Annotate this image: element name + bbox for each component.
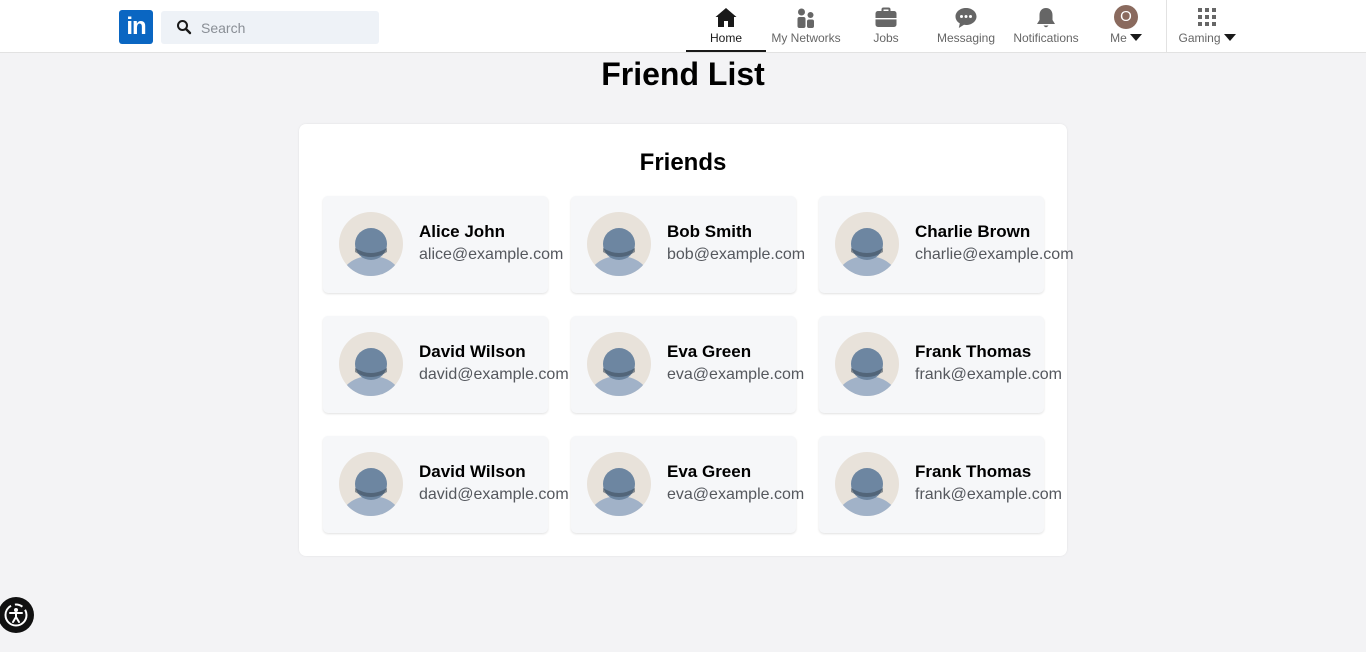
bell-icon (1037, 8, 1055, 28)
avatar-placeholder-icon (587, 212, 651, 276)
avatar-placeholder-icon (339, 452, 403, 516)
friend-email: frank@example.com (915, 486, 1062, 503)
page-title: Friend List (601, 56, 765, 92)
avatar-placeholder-icon (587, 452, 651, 516)
people-icon (797, 8, 814, 28)
friend-card[interactable]: Bob Smith bob@example.com (571, 196, 805, 293)
friends-panel-title: Friends (639, 149, 727, 176)
friend-card[interactable]: David Wilson david@example.com (323, 436, 569, 533)
nav-messaging[interactable]: Messaging (926, 0, 1006, 52)
friend-card[interactable]: Eva Green eva@example.com (571, 436, 804, 533)
nav-notifications[interactable]: Notifications (1006, 0, 1086, 52)
friend-card[interactable]: Charlie Brown charlie@example.com (819, 196, 1074, 293)
nav-notifications-label: Notifications (1013, 31, 1079, 45)
friend-email: frank@example.com (915, 366, 1062, 383)
friend-email: david@example.com (419, 486, 569, 503)
friend-name: Frank Thomas (915, 342, 1032, 361)
friend-name: Alice John (419, 222, 505, 241)
friends-panel: Friends Alice John alice@example.com Bob S… (299, 124, 1074, 556)
friend-name: Charlie Brown (915, 222, 1031, 241)
avatar-placeholder-icon (339, 332, 403, 396)
friend-card[interactable]: Frank Thomas frank@example.com (819, 316, 1062, 413)
friend-email: alice@example.com (419, 246, 564, 263)
search-input[interactable] (201, 11, 371, 44)
search-box (161, 11, 379, 44)
caret-down-icon (1129, 34, 1142, 42)
search-icon (177, 20, 192, 35)
nav-gaming-label: Gaming (1167, 31, 1247, 45)
friend-email: david@example.com (419, 366, 569, 383)
friend-email: eva@example.com (667, 366, 805, 383)
nav-jobs[interactable]: Jobs (846, 0, 926, 52)
friend-email: charlie@example.com (915, 246, 1074, 263)
friend-name: Eva Green (667, 342, 752, 361)
friend-name: Frank Thomas (915, 462, 1032, 481)
message-icon (955, 8, 977, 28)
avatar-placeholder-icon (835, 452, 899, 516)
friend-card[interactable]: David Wilson david@example.com (323, 316, 569, 413)
nav-home[interactable]: Home (686, 0, 766, 52)
caret-down-icon (1223, 34, 1236, 42)
friend-card[interactable]: Frank Thomas frank@example.com (819, 436, 1062, 533)
nav-messaging-label: Messaging (936, 31, 996, 45)
briefcase-icon (875, 7, 897, 27)
friend-card[interactable]: Alice John alice@example.com (323, 196, 563, 293)
nav-me-label: Me (1086, 31, 1166, 45)
friend-email: eva@example.com (667, 486, 805, 503)
friend-card[interactable]: Eva Green eva@example.com (571, 316, 804, 413)
friend-name: David Wilson (419, 342, 526, 361)
home-icon (715, 8, 737, 27)
avatar-placeholder-icon (587, 332, 651, 396)
nav-my-networks-label: My Networks (771, 31, 841, 45)
nav-my-networks[interactable]: My Networks (766, 0, 846, 52)
friend-name: Eva Green (667, 462, 752, 481)
friend-email: bob@example.com (667, 246, 806, 263)
avatar-placeholder-icon (835, 332, 899, 396)
accessibility-button[interactable] (0, 597, 34, 633)
nav-jobs-label: Jobs (873, 31, 899, 45)
nav-gaming-menu[interactable]: Gaming (1167, 0, 1247, 52)
nav-home-label: Home (709, 31, 742, 45)
friend-name: David Wilson (419, 462, 526, 481)
profile-avatar: O (1114, 5, 1138, 29)
nav-me-menu[interactable]: O Me (1086, 0, 1166, 52)
friend-name: Bob Smith (667, 222, 752, 241)
avatar-placeholder-icon (835, 212, 899, 276)
top-navbar: in Home My Networks Jobs (0, 0, 1366, 53)
linkedin-logo[interactable]: in (119, 10, 153, 44)
grid-apps-icon (1198, 8, 1216, 26)
avatar-placeholder-icon (339, 212, 403, 276)
accessibility-icon (4, 603, 28, 627)
